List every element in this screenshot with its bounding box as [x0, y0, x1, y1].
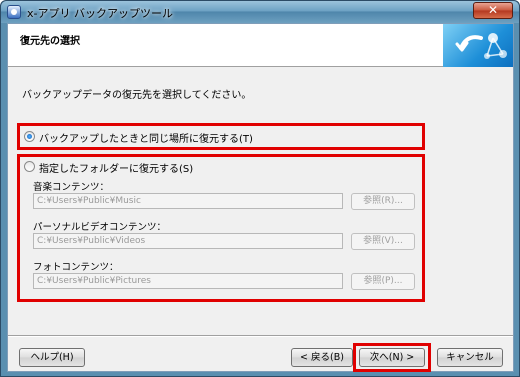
page-title: 復元先の選択: [20, 36, 80, 47]
wizard-content: バックアップデータの復元先を選択してください。 バックアップしたときと同じ場所に…: [8, 68, 513, 333]
instruction-text: バックアップデータの復元先を選択してください。: [22, 90, 252, 101]
same-location-radio[interactable]: [24, 131, 35, 142]
cancel-button[interactable]: キャンセル: [437, 348, 503, 367]
wizard-window: x-アプリ バックアップツール ✕ 復元先の選択 バックアップデータの復元先を選…: [0, 0, 520, 377]
music-folder-label: 音楽コンテンツ：: [33, 182, 110, 193]
app-icon: [7, 5, 21, 19]
same-location-highlight: バックアップしたときと同じ場所に復元する(T): [17, 123, 425, 150]
wizard-header: 復元先の選択: [8, 24, 513, 67]
same-location-label[interactable]: バックアップしたときと同じ場所に復元する(T): [39, 130, 253, 145]
photo-folder-label: フォトコンテンツ：: [33, 262, 119, 273]
specified-folder-highlight: 指定したフォルダーに復元する(S) 音楽コンテンツ： C:¥Users¥Publ…: [17, 154, 425, 302]
browse-video-button[interactable]: 参照(V)...: [351, 233, 415, 250]
photo-path-input[interactable]: C:¥Users¥Public¥Pictures: [33, 273, 343, 289]
back-button[interactable]: < 戻る(B): [291, 348, 353, 367]
specified-folder-label[interactable]: 指定したフォルダーに復元する(S): [39, 160, 193, 175]
specified-folder-radio[interactable]: [24, 161, 35, 172]
music-path-input[interactable]: C:¥Users¥Public¥Music: [33, 193, 343, 209]
video-folder-label: パーソナルビデオコンテンツ：: [33, 222, 167, 233]
browse-photo-button[interactable]: 参照(P)...: [351, 273, 415, 290]
dialog-client: 復元先の選択 バックアップデータの復元先を選択してください。 バックアップしたと…: [7, 23, 514, 372]
close-button[interactable]: ✕: [473, 2, 513, 19]
title-bar[interactable]: x-アプリ バックアップツール ✕: [1, 1, 519, 23]
x-app-logo-icon: [443, 24, 513, 67]
footer-separator: [8, 335, 513, 337]
next-button[interactable]: 次へ(N) >: [359, 348, 425, 367]
video-path-input[interactable]: C:¥Users¥Public¥Videos: [33, 233, 343, 249]
window-title: x-アプリ バックアップツール: [27, 7, 173, 20]
browse-music-button[interactable]: 参照(R)...: [351, 193, 415, 210]
help-button[interactable]: ヘルプ(H): [19, 348, 85, 367]
